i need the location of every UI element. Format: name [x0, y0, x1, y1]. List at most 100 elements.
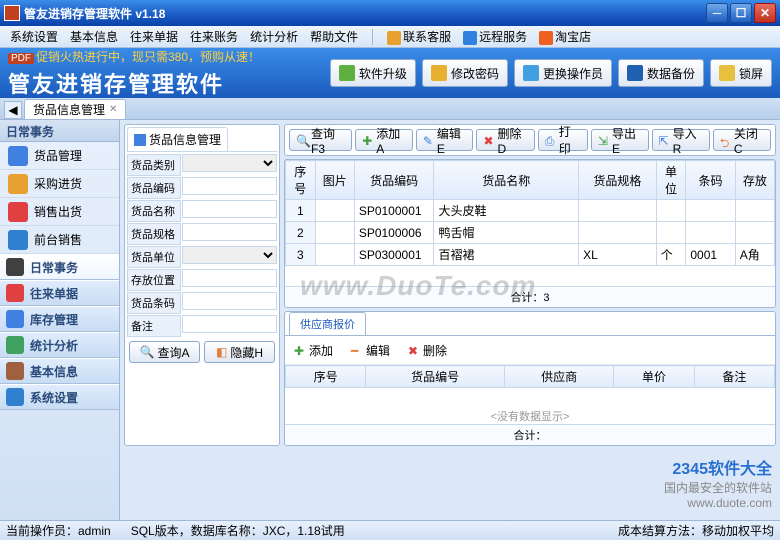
- filter-input[interactable]: [182, 315, 277, 333]
- grid-cell[interactable]: [315, 222, 354, 244]
- grid-cell[interactable]: [735, 200, 774, 222]
- grid-column-header[interactable]: 图片: [315, 161, 354, 200]
- grid-cell[interactable]: [656, 200, 686, 222]
- toolbar-button[interactable]: ⎙打印: [538, 129, 588, 151]
- toolbar-button[interactable]: ⇲导出E: [591, 129, 649, 151]
- menu-item[interactable]: 系统设置: [4, 28, 64, 46]
- menu-link[interactable]: 远程服务: [457, 28, 533, 46]
- section-icon: [6, 388, 24, 406]
- sidebar-item[interactable]: 采购进货: [0, 170, 119, 198]
- sidebar-section[interactable]: 库存管理: [0, 306, 119, 332]
- grid-cell[interactable]: SP0100001: [354, 200, 434, 222]
- filter-input[interactable]: [182, 246, 277, 264]
- tab-close-icon[interactable]: ✕: [109, 104, 117, 115]
- sub-toolbar-button[interactable]: ✚添加: [288, 339, 339, 361]
- grid-column-header[interactable]: 货品规格: [579, 161, 657, 200]
- grid-icon: [134, 134, 146, 146]
- menu-item[interactable]: 往来账务: [184, 28, 244, 46]
- filter-input[interactable]: [182, 269, 277, 287]
- menu-item[interactable]: 帮助文件: [304, 28, 364, 46]
- promo-badge: PDF: [8, 53, 34, 64]
- sub-column-header[interactable]: 备注: [694, 366, 774, 388]
- grid-row[interactable]: 2 SP0100006鸭舌帽: [286, 222, 775, 244]
- grid-cell[interactable]: [579, 222, 657, 244]
- grid-cell[interactable]: 2: [286, 222, 316, 244]
- grid-cell[interactable]: 大头皮鞋: [434, 200, 579, 222]
- product-grid[interactable]: 序号图片货品编码货品名称货品规格单位条码存放 1 SP0100001大头皮鞋 2 SP…: [285, 160, 775, 266]
- grid-column-header[interactable]: 货品编码: [354, 161, 434, 200]
- grid-cell[interactable]: 百褶裙: [434, 244, 579, 266]
- sub-column-header[interactable]: 货品编号: [366, 366, 505, 388]
- toolbar-button[interactable]: ⇱导入R: [652, 129, 710, 151]
- banner-button[interactable]: 数据备份: [618, 59, 704, 87]
- grid-row[interactable]: 1 SP0100001大头皮鞋: [286, 200, 775, 222]
- sidebar: 日常事务 货品管理采购进货销售出货前台销售 日常事务往来单据库存管理统计分析基本…: [0, 120, 120, 520]
- sidebar-section[interactable]: 统计分析: [0, 332, 119, 358]
- sidebar-section[interactable]: 往来单据: [0, 280, 119, 306]
- banner-button[interactable]: 锁屏: [710, 59, 772, 87]
- sidebar-section[interactable]: 日常事务: [0, 254, 119, 280]
- grid-cell[interactable]: [315, 200, 354, 222]
- grid-cell[interactable]: SP0300001: [354, 244, 434, 266]
- filter-input[interactable]: [182, 200, 277, 218]
- grid-cell[interactable]: [686, 222, 735, 244]
- filter-input[interactable]: [182, 292, 277, 310]
- grid-column-header[interactable]: 存放: [735, 161, 774, 200]
- banner-button[interactable]: 修改密码: [422, 59, 508, 87]
- grid-cell[interactable]: [579, 200, 657, 222]
- grid-cell[interactable]: 1: [286, 200, 316, 222]
- grid-cell[interactable]: [656, 222, 686, 244]
- sidebar-item[interactable]: 货品管理: [0, 142, 119, 170]
- grid-row[interactable]: 3 SP0300001百褶裙XL个0001A角: [286, 244, 775, 266]
- menu-link[interactable]: 联系客服: [381, 28, 457, 46]
- banner-button[interactable]: 更换操作员: [514, 59, 612, 87]
- sidebar-item[interactable]: 前台销售: [0, 226, 119, 254]
- toolbar-button[interactable]: ✎编辑E: [416, 129, 474, 151]
- grid-column-header[interactable]: 条码: [686, 161, 735, 200]
- grid-cell[interactable]: 个: [656, 244, 686, 266]
- toolbar-button[interactable]: ⮌关闭C: [713, 129, 771, 151]
- filter-input[interactable]: [182, 223, 277, 241]
- filter-input[interactable]: [182, 154, 277, 172]
- toolbar-button[interactable]: 🔍查询F3: [289, 129, 352, 151]
- banner-button[interactable]: 软件升级: [330, 59, 416, 87]
- menu-item[interactable]: 基本信息: [64, 28, 124, 46]
- tab-product-info[interactable]: 货品信息管理 ✕: [24, 99, 126, 119]
- sub-column-header[interactable]: 单价: [614, 366, 694, 388]
- supplier-grid[interactable]: 序号货品编号供应商单价备注: [285, 365, 775, 388]
- menu-item[interactable]: 往来单据: [124, 28, 184, 46]
- sidebar-section[interactable]: 系统设置: [0, 384, 119, 410]
- grid-cell[interactable]: 0001: [686, 244, 735, 266]
- grid-cell[interactable]: 3: [286, 244, 316, 266]
- grid-column-header[interactable]: 货品名称: [434, 161, 579, 200]
- sub-column-header[interactable]: 供应商: [504, 366, 613, 388]
- subtab-supplier[interactable]: 供应商报价: [289, 312, 366, 335]
- sidebar-item[interactable]: 销售出货: [0, 198, 119, 226]
- menu-item[interactable]: 统计分析: [244, 28, 304, 46]
- sub-toolbar-button[interactable]: ✖删除: [402, 339, 453, 361]
- grid-cell[interactable]: XL: [579, 244, 657, 266]
- export-icon: ⇲: [598, 134, 609, 146]
- filter-input[interactable]: [182, 177, 277, 195]
- toolbar-button[interactable]: ✚添加A: [355, 129, 413, 151]
- toolbar-button[interactable]: ✖删除D: [476, 129, 534, 151]
- sidebar-section[interactable]: 基本信息: [0, 358, 119, 384]
- grid-cell[interactable]: [315, 244, 354, 266]
- grid-cell[interactable]: A角: [735, 244, 774, 266]
- filter-hide-button[interactable]: ◧ 隐藏H: [204, 341, 275, 363]
- sub-column-header[interactable]: 序号: [286, 366, 366, 388]
- grid-cell[interactable]: [735, 222, 774, 244]
- grid-column-header[interactable]: 序号: [286, 161, 316, 200]
- minimize-button[interactable]: ─: [706, 3, 728, 23]
- grid-cell[interactable]: 鸭舌帽: [434, 222, 579, 244]
- grid-column-header[interactable]: 单位: [656, 161, 686, 200]
- maximize-button[interactable]: ☐: [730, 3, 752, 23]
- sub-toolbar-button[interactable]: ━编辑: [345, 339, 396, 361]
- close-button[interactable]: ✕: [754, 3, 776, 23]
- menu-link[interactable]: 淘宝店: [533, 28, 597, 46]
- grid-cell[interactable]: SP0100006: [354, 222, 434, 244]
- filter-tab[interactable]: 货品信息管理: [127, 127, 228, 151]
- tab-prev-button[interactable]: ◀: [4, 101, 22, 119]
- grid-cell[interactable]: [686, 200, 735, 222]
- filter-query-button[interactable]: 🔍 查询A: [129, 341, 200, 363]
